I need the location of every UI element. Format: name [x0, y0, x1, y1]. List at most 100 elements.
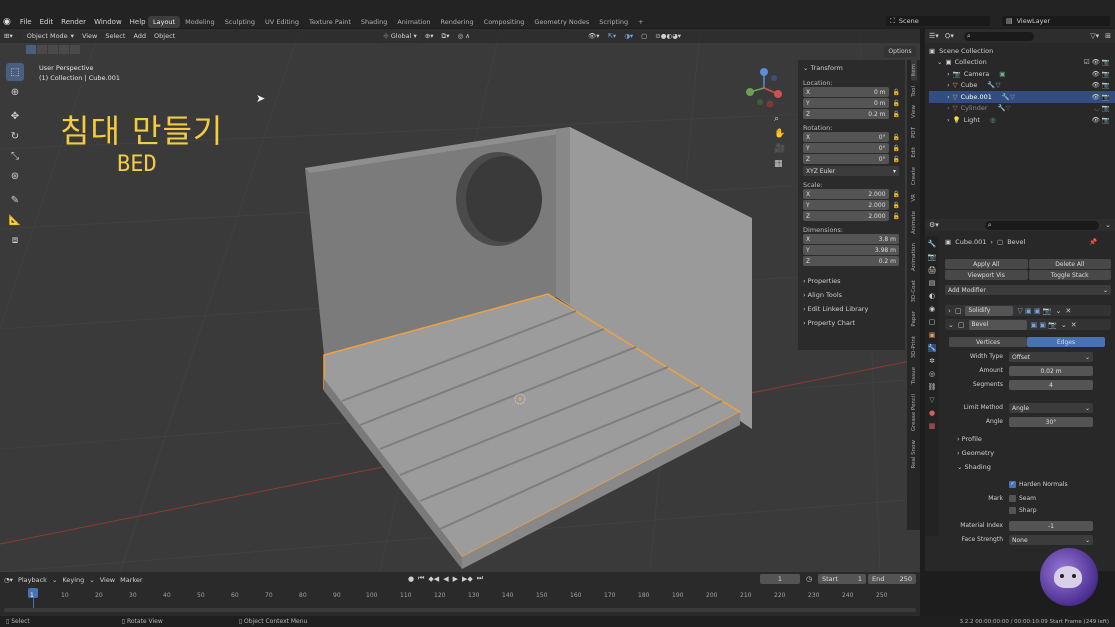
modifier-tab-icon[interactable]: 🔧 [927, 344, 937, 352]
cursor-icon[interactable]: ⊕ [6, 83, 24, 101]
outliner-item-cylinder[interactable]: › ▽ Cylinder 🔧▽ ◡ 📷 [929, 103, 1115, 115]
measure-icon[interactable]: 📐 [6, 211, 24, 229]
jump-end-icon[interactable]: ⏭ [477, 574, 483, 583]
tab-shading[interactable]: Shading [356, 16, 392, 28]
annotate-icon[interactable]: ✎ [6, 191, 24, 209]
timeline-editor-icon[interactable]: ◔▾ [4, 576, 13, 584]
tab-view[interactable]: View [911, 101, 917, 122]
select-intersect-icon[interactable] [70, 45, 80, 54]
transform-header[interactable]: ⌄ Transform [803, 64, 900, 72]
end-frame-field[interactable]: End 250 [868, 574, 916, 584]
rotation-z-field[interactable]: Z 0° [803, 154, 889, 164]
filter-icon[interactable]: ▽▾ [1090, 32, 1099, 40]
material-index-field[interactable]: -1 [1009, 521, 1093, 531]
display-mode-icon[interactable]: ⛭▾ [945, 32, 954, 41]
overlay-toggle-icon[interactable]: ◑▾ [620, 31, 637, 41]
menu-window[interactable]: Window [90, 18, 126, 26]
collection-tab-icon[interactable]: ▢ [929, 318, 936, 326]
modifier-name-field[interactable]: Solidify [965, 305, 1014, 316]
tab-real-snow[interactable]: Real Snow [911, 436, 917, 472]
play-icon[interactable]: ▶ [453, 575, 458, 583]
menu-keying[interactable]: Keying [62, 576, 84, 584]
menu-render[interactable]: Render [57, 18, 90, 26]
harden-normals-checkbox[interactable]: ✓ Harden Normals [1009, 481, 1068, 488]
play-reverse-icon[interactable]: ◀ [443, 575, 448, 583]
blender-logo-icon[interactable]: ◉ [3, 17, 11, 27]
outliner-item-cube001[interactable]: › ▽ Cube.001 🔧▽ 👁 📷 [929, 91, 1115, 103]
segments-field[interactable]: 4 [1009, 380, 1093, 390]
start-frame-field[interactable]: Start 1 [818, 574, 866, 584]
visibility-icon[interactable]: 👁 📷 [1092, 70, 1110, 78]
amount-field[interactable]: 0.02 m [1009, 366, 1093, 376]
select-invert-icon[interactable] [59, 45, 69, 54]
tab-item[interactable]: Item [910, 60, 917, 81]
face-strength-dropdown[interactable]: None ⌄ [1009, 535, 1093, 545]
tab-pdt[interactable]: PDT [911, 123, 917, 142]
constraints-tab-icon[interactable]: ⛓ [928, 383, 937, 391]
chevron-down-icon[interactable]: ⌄ [1105, 221, 1111, 229]
seam-checkbox[interactable]: Seam [1009, 495, 1036, 502]
menu-select[interactable]: Select [101, 31, 129, 41]
tab-uv-editing[interactable]: UV Editing [260, 16, 304, 28]
outliner-scene-collection[interactable]: ▣ Scene Collection [929, 45, 1115, 57]
affect-edges-button[interactable]: Edges [1027, 337, 1105, 347]
new-collection-icon[interactable]: ⊞ [1105, 32, 1111, 40]
visibility-icon[interactable]: 👁▾ [584, 31, 604, 41]
pan-hand-icon[interactable]: ✋ [774, 129, 785, 139]
render-tab-icon[interactable]: 📷 [928, 253, 937, 261]
particles-tab-icon[interactable]: ✲ [929, 357, 935, 365]
add-workspace-button[interactable]: + [633, 16, 648, 28]
close-icon[interactable]: ✕ [1065, 307, 1071, 315]
tab-rendering[interactable]: Rendering [435, 16, 478, 28]
modifier-toggle-icons[interactable]: ▽ ▣ ▣ 📷 [1017, 307, 1051, 315]
tool-tab-icon[interactable]: 🔧 [928, 240, 937, 248]
transform-icon[interactable]: ⊛ [6, 167, 24, 185]
properties-editor-icon[interactable]: ⚙▾ [929, 221, 939, 229]
proportional-edit-icon[interactable]: ◎ ∧ [453, 31, 474, 41]
tab-texture-paint[interactable]: Texture Paint [304, 16, 356, 28]
apply-all-button[interactable]: Apply All [945, 259, 1028, 269]
modifier-solidify-header[interactable]: › ▢ Solidify ▽ ▣ ▣ 📷 ⌄ ✕ [945, 305, 1111, 316]
outliner-editor-icon[interactable]: ☰▾ [929, 32, 939, 40]
modifier-name-field[interactable]: Bevel [968, 319, 1027, 330]
scale-y-field[interactable]: Y 2.000 [803, 200, 889, 210]
world-tab-icon[interactable]: ◉ [929, 305, 935, 313]
menu-playback[interactable]: Playback [18, 576, 47, 584]
modifier-toggle-icons[interactable]: ▣ ▣ 📷 [1031, 321, 1057, 329]
scene-selector[interactable]: ⛶ Scene [886, 16, 990, 26]
tab-animation[interactable]: Animation [911, 239, 917, 275]
texture-tab-icon[interactable]: ▦ [929, 422, 936, 430]
tab-modeling[interactable]: Modeling [180, 16, 220, 28]
limit-method-dropdown[interactable]: Angle ⌄ [1009, 403, 1093, 413]
pin-icon[interactable]: 📌 [1089, 238, 1097, 246]
tab-paper[interactable]: Paper [911, 307, 917, 331]
outliner-search-input[interactable]: ⌕ [963, 31, 1034, 41]
lock-icon[interactable]: 🔓 [893, 111, 900, 118]
visibility-icon[interactable]: 👁 📷 [1092, 93, 1110, 101]
scale-icon[interactable]: ⤡ [6, 147, 24, 165]
location-y-field[interactable]: Y 0 m [803, 98, 889, 108]
tab-animate[interactable]: Animate [911, 207, 917, 238]
record-icon[interactable]: ● [408, 575, 414, 583]
close-icon[interactable]: ✕ [1071, 321, 1077, 329]
rotation-x-field[interactable]: X 0° [803, 132, 889, 142]
tab-3d-print[interactable]: 3D-Print [911, 332, 917, 362]
dimensions-y-field[interactable]: Y 3.98 m [803, 245, 899, 255]
tab-tissue[interactable]: Tissue [911, 363, 917, 388]
menu-add[interactable]: Add [129, 31, 150, 41]
material-tab-icon[interactable]: ● [929, 409, 935, 417]
data-tab-icon[interactable]: ▽ [929, 396, 934, 404]
gizmo-toggle-icon[interactable]: ⇱▾ [603, 31, 620, 41]
gizmo-neg-z[interactable] [771, 75, 777, 81]
outliner-collection[interactable]: ⌄ ▣ Collection ☑ 👁 📷 [929, 57, 1115, 69]
add-cube-icon[interactable]: ⧈ [6, 231, 24, 249]
ortho-grid-icon[interactable]: ▦ [774, 159, 785, 169]
angle-field[interactable]: 30° [1009, 417, 1093, 427]
gizmo-x-axis[interactable] [774, 90, 782, 98]
location-z-field[interactable]: Z 0.2 m [803, 109, 889, 119]
width-type-dropdown[interactable]: Offset ⌄ [1009, 352, 1093, 362]
menu-object[interactable]: Object [150, 31, 179, 41]
scale-z-field[interactable]: Z 2.000 [803, 211, 889, 221]
hidden-icon[interactable]: ◡ 📷 [1094, 104, 1110, 112]
mode-selector[interactable]: Object Mode ▾ [22, 31, 78, 41]
